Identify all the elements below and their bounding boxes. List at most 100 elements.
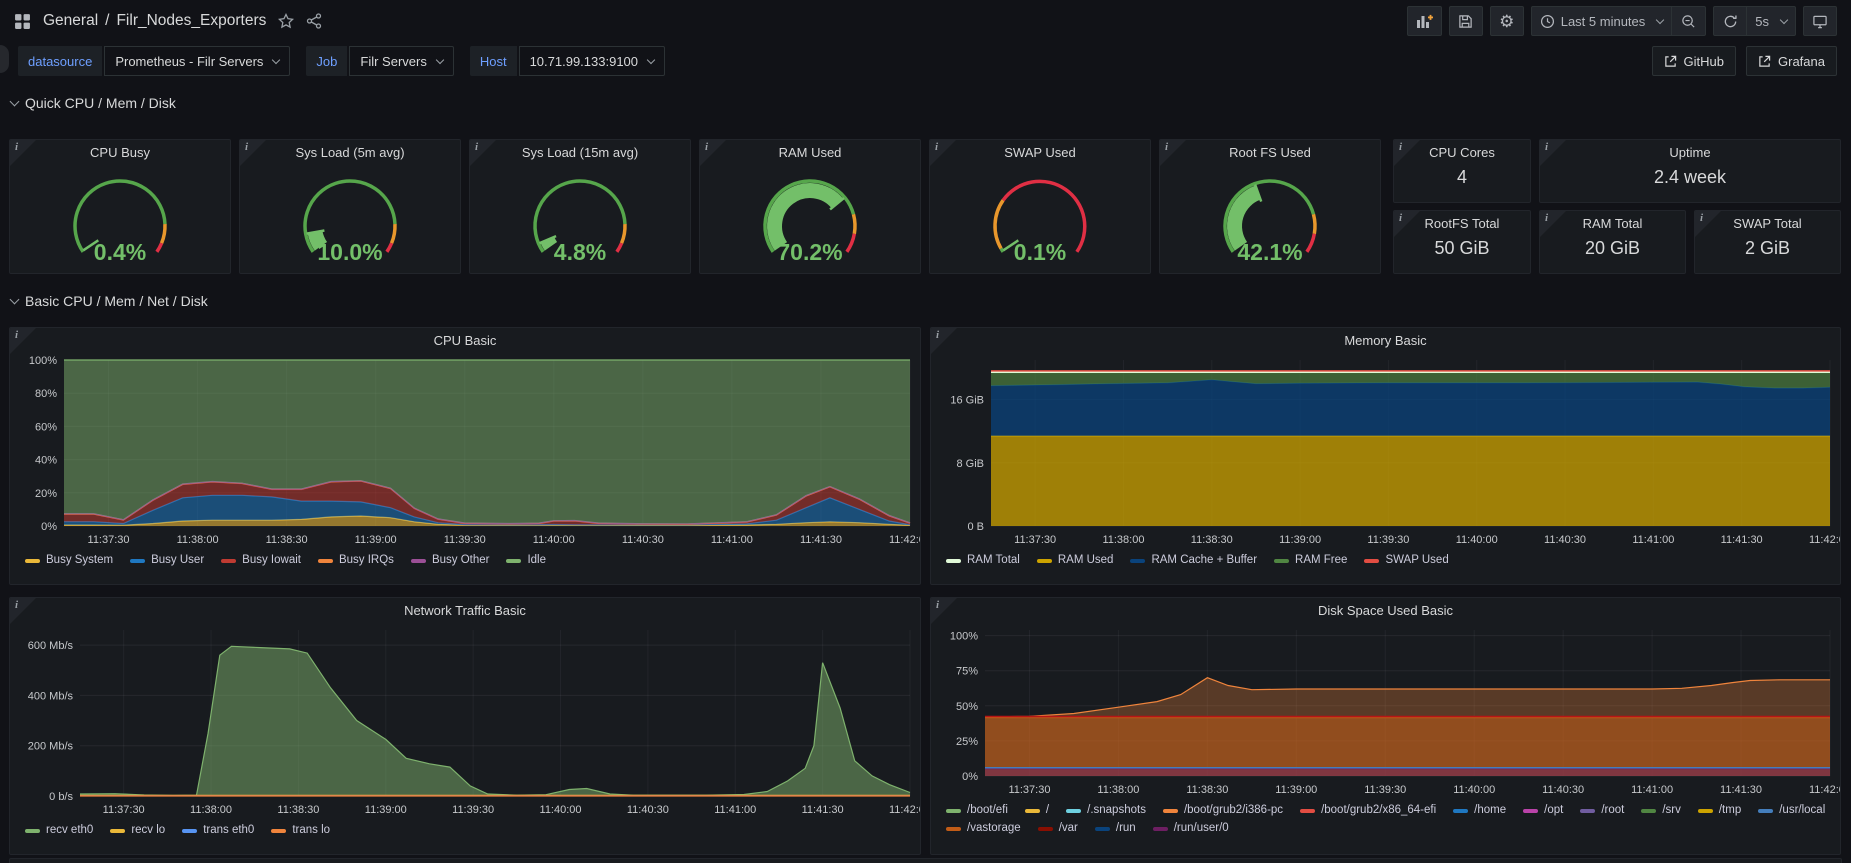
legend-item[interactable]: trans eth0 bbox=[182, 823, 254, 838]
legend-item[interactable]: recv eth0 bbox=[25, 823, 93, 838]
legend-item[interactable]: /home bbox=[1453, 803, 1506, 818]
panel-info-icon[interactable]: i bbox=[931, 328, 957, 354]
zoom-out-time-button[interactable] bbox=[1672, 6, 1706, 36]
legend-color-swatch bbox=[25, 829, 40, 833]
y-axis-tick: 100% bbox=[29, 355, 57, 367]
monitor-icon bbox=[1812, 14, 1828, 29]
panel-info-icon[interactable]: i bbox=[10, 140, 36, 166]
panel-title[interactable]: Memory Basic bbox=[931, 328, 1840, 352]
row-title: Quick CPU / Mem / Disk bbox=[25, 95, 176, 111]
legend-item[interactable]: Busy System bbox=[25, 553, 113, 568]
panel-title[interactable]: CPU Basic bbox=[10, 328, 920, 352]
github-link-button[interactable]: GitHub bbox=[1652, 46, 1736, 76]
panel-title[interactable]: Uptime bbox=[1540, 140, 1840, 164]
y-axis-tick: 16 GiB bbox=[950, 395, 984, 407]
legend-item[interactable]: recv lo bbox=[110, 823, 165, 838]
legend-label: /tmp bbox=[1719, 803, 1741, 818]
legend-item[interactable]: RAM Cache + Buffer bbox=[1130, 553, 1257, 568]
legend-item[interactable]: / bbox=[1025, 803, 1049, 818]
x-axis-tick: 11:41:30 bbox=[1720, 784, 1762, 796]
grafana-link-button[interactable]: Grafana bbox=[1746, 46, 1837, 76]
panel-info-icon[interactable]: i bbox=[930, 140, 956, 166]
time-picker-button[interactable]: Last 5 minutes bbox=[1531, 6, 1673, 36]
panel-info-icon[interactable]: i bbox=[1394, 140, 1420, 166]
dashboard-settings-button[interactable]: ⚙ bbox=[1490, 6, 1524, 36]
x-axis-tick: 11:37:30 bbox=[1014, 534, 1056, 546]
legend-item[interactable]: Busy User bbox=[130, 553, 204, 568]
legend-item[interactable]: trans lo bbox=[271, 823, 330, 838]
panel-info-icon[interactable]: i bbox=[1394, 211, 1420, 237]
panel-info-icon[interactable]: i bbox=[240, 140, 266, 166]
variable-select-Job[interactable]: Filr Servers bbox=[349, 46, 453, 76]
refresh-icon bbox=[1723, 14, 1738, 29]
variable-select-Host[interactable]: 10.71.99.133:9100 bbox=[519, 46, 665, 76]
legend-color-swatch bbox=[1274, 559, 1289, 563]
legend-color-swatch bbox=[1364, 559, 1379, 563]
legend-item[interactable]: /.snapshots bbox=[1066, 803, 1146, 818]
refresh-interval-button[interactable]: 5s bbox=[1747, 6, 1796, 36]
legend-item[interactable]: Busy IRQs bbox=[318, 553, 394, 568]
legend-item[interactable]: /opt bbox=[1523, 803, 1563, 818]
legend-item[interactable]: /root bbox=[1580, 803, 1624, 818]
panel-title[interactable]: RAM Used bbox=[700, 140, 920, 164]
dashboard-title[interactable]: General/Filr_Nodes_Exporters bbox=[43, 12, 266, 30]
legend-item[interactable]: /srv bbox=[1641, 803, 1681, 818]
panel-title[interactable]: Sys Load (15m avg) bbox=[470, 140, 690, 164]
legend-item[interactable]: /boot/grub2/i386-pc bbox=[1163, 803, 1283, 818]
legend-item[interactable]: RAM Free bbox=[1274, 553, 1347, 568]
legend-label: Busy IRQs bbox=[339, 553, 394, 568]
panel-title[interactable]: Disk Space Used Basic bbox=[931, 598, 1840, 622]
legend-item[interactable]: Busy Iowait bbox=[221, 553, 301, 568]
panel-info-icon[interactable]: i bbox=[10, 598, 36, 624]
x-axis-tick: 11:38:30 bbox=[277, 804, 319, 816]
add-panel-button[interactable] bbox=[1407, 6, 1442, 36]
legend-item[interactable]: SWAP Used bbox=[1364, 553, 1448, 568]
grafana-link-label: Grafana bbox=[1778, 54, 1825, 69]
legend-item[interactable]: Busy Other bbox=[411, 553, 490, 568]
share-dashboard-icon[interactable] bbox=[306, 13, 322, 29]
legend-item[interactable]: /var bbox=[1038, 821, 1078, 836]
panel-info-icon[interactable]: i bbox=[931, 598, 957, 624]
legend-label: trans eth0 bbox=[203, 823, 254, 838]
legend-label: Busy User bbox=[151, 553, 204, 568]
panel-title[interactable]: Sys Load (5m avg) bbox=[240, 140, 460, 164]
legend-item[interactable]: /run/user/0 bbox=[1153, 821, 1229, 836]
kiosk-mode-button[interactable] bbox=[1803, 6, 1837, 36]
gauge: 42.1% bbox=[1160, 164, 1380, 272]
y-axis-tick: 8 GiB bbox=[956, 458, 984, 470]
chart-legend: /boot/efi / /.snapshots/boot/grub2/i386-pc… bbox=[931, 802, 1840, 836]
title-separator: / bbox=[105, 12, 109, 30]
stat-value: 50 GiB bbox=[1394, 238, 1530, 259]
legend-item[interactable]: /boot/grub2/x86_64-efi bbox=[1300, 803, 1436, 818]
panel-title[interactable]: SWAP Used bbox=[930, 140, 1150, 164]
y-axis-tick: 25% bbox=[956, 736, 978, 748]
gauge-value: 0.1% bbox=[1014, 239, 1066, 265]
legend-item[interactable]: RAM Total bbox=[946, 553, 1020, 568]
stat-panel-cpu-cores: iCPU Cores4 bbox=[1393, 139, 1531, 203]
panel-title[interactable]: Root FS Used bbox=[1160, 140, 1380, 164]
legend-item[interactable]: /usr/local bbox=[1758, 803, 1825, 818]
legend-item[interactable]: /tmp bbox=[1698, 803, 1741, 818]
panel-info-icon[interactable]: i bbox=[1540, 140, 1566, 166]
sidebar-toggle-handle[interactable] bbox=[0, 45, 9, 73]
refresh-button[interactable] bbox=[1713, 6, 1747, 36]
star-dashboard-icon[interactable] bbox=[278, 13, 294, 29]
panel-title[interactable]: Network Traffic Basic bbox=[10, 598, 920, 622]
panel-title[interactable]: CPU Busy bbox=[10, 140, 230, 164]
variable-select-datasource[interactable]: Prometheus - Filr Servers bbox=[104, 46, 290, 76]
dashboards-grid-icon[interactable] bbox=[14, 13, 31, 30]
panel-info-icon[interactable]: i bbox=[700, 140, 726, 166]
legend-item[interactable]: /run bbox=[1095, 821, 1136, 836]
row-header-basic[interactable]: Basic CPU / Mem / Net / Disk bbox=[0, 288, 1851, 314]
row-header-quick[interactable]: Quick CPU / Mem / Disk bbox=[0, 90, 1851, 116]
legend-item[interactable]: /vastorage bbox=[946, 821, 1021, 836]
panel-info-icon[interactable]: i bbox=[1540, 211, 1566, 237]
save-dashboard-button[interactable] bbox=[1449, 6, 1483, 36]
panel-info-icon[interactable]: i bbox=[1695, 211, 1721, 237]
legend-item[interactable]: Idle bbox=[506, 553, 546, 568]
panel-info-icon[interactable]: i bbox=[1160, 140, 1186, 166]
legend-item[interactable]: RAM Used bbox=[1037, 553, 1114, 568]
panel-info-icon[interactable]: i bbox=[10, 328, 36, 354]
legend-item[interactable]: /boot/efi bbox=[946, 803, 1008, 818]
panel-info-icon[interactable]: i bbox=[470, 140, 496, 166]
